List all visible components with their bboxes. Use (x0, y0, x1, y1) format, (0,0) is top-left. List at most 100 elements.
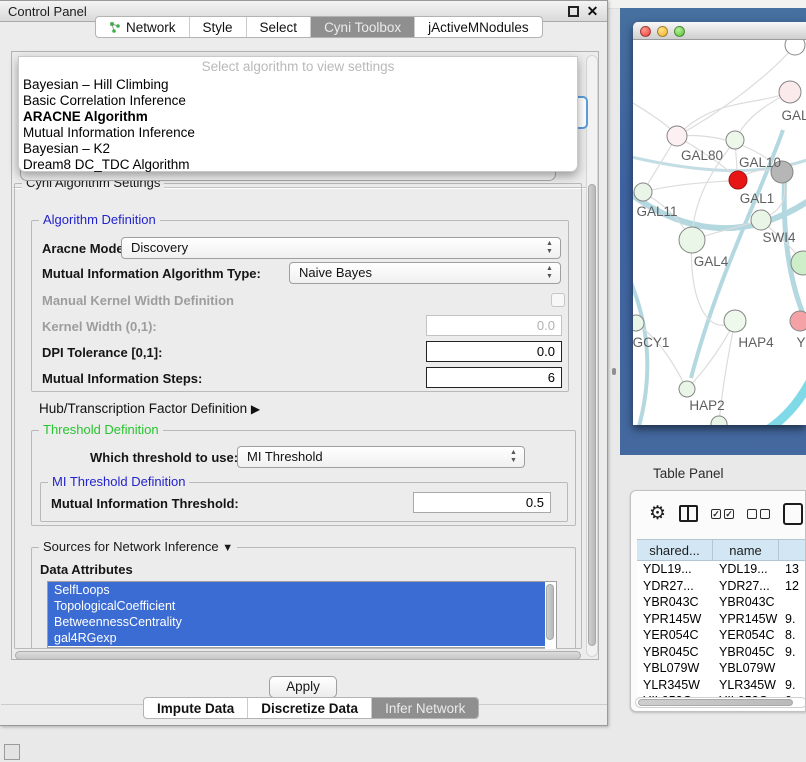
table-cell[interactable]: 12 (779, 578, 806, 595)
settings-vscrollbar-thumb[interactable] (588, 184, 596, 646)
mi-type-combo[interactable]: Naive Bayes ▲▼ (289, 262, 561, 284)
close-window-icon[interactable]: ✕ (586, 5, 599, 18)
columns-icon[interactable] (679, 505, 698, 522)
table-cell[interactable]: YLR345W (637, 677, 713, 694)
table-row[interactable]: YLR345WYLR345W9. (637, 677, 806, 694)
tab-style[interactable]: Style (190, 17, 247, 37)
select-all-icon[interactable]: ✓✓ (711, 509, 734, 519)
node-pink[interactable] (790, 311, 806, 331)
node-gal4[interactable] (679, 227, 705, 253)
tab-impute-data[interactable]: Impute Data (144, 698, 248, 718)
table-row[interactable]: YBR043CYBR043C (637, 594, 806, 611)
expanded-arrow-icon[interactable]: ▼ (222, 542, 233, 554)
gear-icon[interactable]: ⚙ (649, 504, 666, 523)
table-cell[interactable]: YDR27... (637, 578, 713, 595)
minimized-panel-icon[interactable] (4, 744, 20, 760)
tab-select[interactable]: Select (247, 17, 312, 37)
network-canvas[interactable]: GAL80 GAL10 GAL1 GAL11 SWI4 GAL4 GCY1 HA… (633, 40, 806, 425)
table-row[interactable]: YPR145WYPR145W9. (637, 611, 806, 628)
column-header[interactable]: shared... (637, 539, 713, 561)
tab-jactivemnodules[interactable]: jActiveMNodules (415, 17, 542, 37)
node-gal80[interactable] (667, 126, 687, 146)
list-item[interactable]: SelfLoops (48, 582, 556, 598)
aracne-mode-combo[interactable]: Discovery ▲▼ (121, 237, 561, 259)
table-cell[interactable]: YBR045C (713, 644, 779, 661)
table-cell[interactable]: 8. (779, 627, 806, 644)
tab-infer-network[interactable]: Infer Network (372, 698, 478, 718)
menu-item-highlighted[interactable]: ARACNE Algorithm (19, 109, 577, 125)
table-cell[interactable]: YER054C (637, 627, 713, 644)
tab-cyni-toolbox[interactable]: Cyni Toolbox (311, 17, 415, 37)
panel-splitter-handle[interactable] (612, 368, 616, 375)
list-item[interactable]: BetweennessCentrality (48, 614, 556, 630)
table-cell[interactable]: 13 (779, 561, 806, 578)
table-cell[interactable]: YBR043C (713, 594, 779, 611)
node[interactable] (785, 40, 805, 55)
kernel-width-input[interactable] (426, 315, 562, 336)
float-window-icon[interactable] (568, 6, 579, 17)
column-header[interactable]: name (713, 539, 779, 561)
list-vscrollbar-track[interactable] (545, 582, 556, 649)
menu-item[interactable]: Bayesian – K2 (19, 141, 577, 157)
table-cell[interactable]: 9. (779, 644, 806, 661)
settings-hscrollbar-thumb[interactable] (15, 651, 581, 660)
table-cell[interactable]: YBR043C (637, 594, 713, 611)
table-cell[interactable]: YBL079W (637, 660, 713, 677)
node-gal10[interactable] (726, 131, 744, 149)
deselect-all-icon[interactable] (747, 509, 770, 519)
hub-definition-toggle[interactable]: Hub/Transcription Factor Definition ▶ (39, 401, 260, 416)
menu-item[interactable]: Bayesian – Hill Climbing (19, 77, 577, 93)
node-gcy1[interactable] (633, 315, 644, 331)
menu-item[interactable]: Basic Correlation Inference (19, 93, 577, 109)
table-row[interactable]: YDL19...YDL19...13 (637, 561, 806, 578)
list-item[interactable]: TopologicalCoefficient (48, 598, 556, 614)
node-gal11[interactable] (634, 183, 652, 201)
minimize-traffic-light[interactable] (657, 26, 668, 37)
table-cell[interactable]: YDL19... (637, 561, 713, 578)
table-row[interactable]: YBL079WYBL079W (637, 660, 806, 677)
menu-item[interactable]: Dream8 DC_TDC Algorithm (19, 157, 577, 173)
table-cell[interactable]: YPR145W (713, 611, 779, 628)
mi-threshold-input[interactable] (413, 492, 551, 513)
table-row[interactable]: YER054CYER054C8. (637, 627, 806, 644)
table-cell[interactable]: YBL079W (713, 660, 779, 677)
column-header[interactable] (779, 539, 806, 561)
new-table-icon[interactable] (783, 503, 803, 525)
apply-button[interactable]: Apply (269, 676, 337, 698)
node[interactable] (711, 416, 727, 425)
manual-kernel-checkbox[interactable] (551, 293, 565, 307)
table-cell[interactable]: YDL19... (713, 561, 779, 578)
node-gal1-selected[interactable] (729, 171, 747, 189)
table-cell[interactable]: YDR27... (713, 578, 779, 595)
table-row[interactable]: YBR045CYBR045C9. (637, 644, 806, 661)
node-hap4[interactable] (724, 310, 746, 332)
tab-network[interactable]: Network (96, 17, 190, 37)
list-item[interactable]: gal4RGexp (48, 630, 556, 646)
table-cell[interactable] (779, 660, 806, 677)
node-gal[interactable] (779, 81, 801, 103)
list-vscrollbar-thumb[interactable] (546, 584, 554, 640)
table-cell[interactable]: YPR145W (637, 611, 713, 628)
node-hap2[interactable] (679, 381, 695, 397)
maximize-traffic-light[interactable] (674, 26, 685, 37)
dpi-tolerance-input[interactable] (426, 341, 562, 362)
node-swi4[interactable] (751, 210, 771, 230)
table-row[interactable]: YDR27...YDR27...12 (637, 578, 806, 595)
data-attributes-list[interactable]: SelfLoops TopologicalCoefficient Between… (47, 581, 557, 648)
network-window[interactable]: GAL80 GAL10 GAL1 GAL11 SWI4 GAL4 GCY1 HA… (633, 22, 806, 425)
node[interactable] (791, 251, 806, 275)
table-cell[interactable]: 9. (779, 611, 806, 628)
close-traffic-light[interactable] (640, 26, 651, 37)
which-threshold-combo[interactable]: MI Threshold ▲▼ (237, 446, 525, 468)
table-cell[interactable]: YBR045C (637, 644, 713, 661)
tab-discretize-data[interactable]: Discretize Data (248, 698, 372, 718)
table-cell[interactable] (779, 594, 806, 611)
mi-steps-input[interactable] (426, 367, 562, 388)
table-cell[interactable]: YLR345W (713, 677, 779, 694)
table-hscrollbar-thumb[interactable] (638, 699, 793, 706)
table-cell[interactable]: YER054C (713, 627, 779, 644)
table-cell[interactable]: 9. (779, 677, 806, 694)
menu-item[interactable]: Mutual Information Inference (19, 125, 577, 141)
network-window-titlebar[interactable] (633, 22, 806, 40)
settings-vscrollbar-track[interactable] (586, 55, 598, 657)
